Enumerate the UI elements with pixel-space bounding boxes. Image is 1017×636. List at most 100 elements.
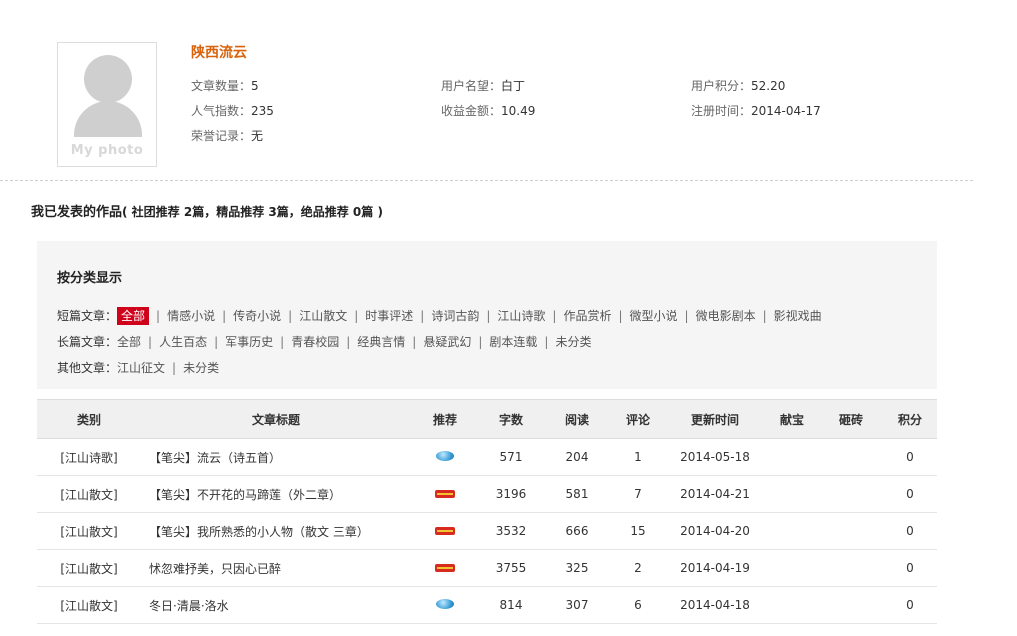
- category-row-short: 短篇文章： 全部 | 情感小说 | 传奇小说 | 江山散文 | 时事评述 | 诗词古韵 | 江山诗歌 | 作品…: [57, 307, 822, 325]
- category-separator: |: [156, 309, 161, 323]
- category-separator: |: [478, 335, 483, 349]
- row-points: 0: [883, 549, 937, 587]
- table-header-row: 类别 文章标题 推荐 字数 阅读 评论 更新时间 献宝 砸砖 积分: [37, 399, 937, 439]
- category-link[interactable]: 微电影剧本: [696, 309, 756, 323]
- row-recommend: [411, 549, 479, 587]
- category-link[interactable]: 未分类: [183, 361, 219, 375]
- header-updated: 更新时间: [665, 399, 765, 439]
- category-separator: |: [346, 335, 351, 349]
- register-value: 2014-04-17: [751, 104, 821, 118]
- category-separator: |: [552, 309, 557, 323]
- row-comments: 15: [611, 512, 665, 550]
- red-medal-icon: [435, 527, 455, 535]
- header-title: 文章标题: [141, 399, 411, 439]
- header-treasure: 献宝: [765, 399, 819, 439]
- row-recommend: [411, 475, 479, 513]
- category-row-other: 其他文章：江山征文 | 未分类: [57, 359, 219, 376]
- honor-value: 无: [251, 129, 264, 143]
- row-category[interactable]: [江山散文]: [37, 549, 141, 587]
- popularity-label: 人气指数：: [191, 104, 252, 118]
- category-separator: |: [280, 335, 285, 349]
- row-bricks: [819, 438, 883, 476]
- row-points: 0: [883, 512, 937, 550]
- reputation-label: 用户名望：: [441, 79, 502, 93]
- row-updated: 2014-04-18: [665, 586, 765, 624]
- category-separator: |: [354, 309, 359, 323]
- blue-medal-icon: [436, 599, 454, 609]
- article-count-value: 5: [251, 79, 259, 93]
- row-title[interactable]: 冬日·清晨·洛水: [141, 586, 411, 624]
- category-link[interactable]: 未分类: [555, 335, 591, 349]
- category-link[interactable]: 剧本连载: [489, 335, 537, 349]
- username[interactable]: 陕西流云: [191, 42, 247, 62]
- works-heading: 我已发表的作品( 社团推荐 2篇，精品推荐 3篇，绝品推荐 0篇 ): [31, 201, 383, 220]
- category-link[interactable]: 经典言情: [357, 335, 405, 349]
- row-reads: 307: [543, 586, 611, 624]
- honor-label: 荣誉记录：: [191, 129, 252, 143]
- row-comments: 1: [611, 438, 665, 476]
- section-divider: [0, 180, 973, 181]
- category-link[interactable]: 军事历史: [225, 335, 273, 349]
- row-reads: 581: [543, 475, 611, 513]
- row-words: 3755: [479, 549, 543, 587]
- avatar-silhouette-head: [84, 55, 132, 103]
- category-link[interactable]: 江山散文: [299, 309, 347, 323]
- category-separator: |: [214, 335, 219, 349]
- row-updated: 2014-04-19: [665, 549, 765, 587]
- row-words: 814: [479, 586, 543, 624]
- row-treasure: [765, 586, 819, 624]
- category-link[interactable]: 微型小说: [630, 309, 678, 323]
- row-words: 3196: [479, 475, 543, 513]
- category-link[interactable]: 人生百态: [159, 335, 207, 349]
- category-link[interactable]: 影视戏曲: [774, 309, 822, 323]
- row-category[interactable]: [江山诗歌]: [37, 438, 141, 476]
- row-category[interactable]: [江山散文]: [37, 512, 141, 550]
- row-category[interactable]: [江山散文]: [37, 475, 141, 513]
- category-separator: |: [420, 309, 425, 323]
- category-link[interactable]: 情感小说: [167, 309, 215, 323]
- category-separator: |: [762, 309, 767, 323]
- row-recommend: [411, 512, 479, 550]
- row-treasure: [765, 475, 819, 513]
- row-recommend: [411, 586, 479, 624]
- category-separator: |: [412, 335, 417, 349]
- category-link[interactable]: 悬疑武幻: [423, 335, 471, 349]
- article-count-label: 文章数量：: [191, 79, 252, 93]
- category-link[interactable]: 作品赏析: [563, 309, 611, 323]
- row-comments: 6: [611, 586, 665, 624]
- category-link[interactable]: 诗词古韵: [431, 309, 479, 323]
- info-register-date: 注册时间：2014-04-17: [691, 102, 821, 119]
- category-heading: 按分类显示: [57, 271, 123, 286]
- row-category[interactable]: [江山散文]: [37, 586, 141, 624]
- row-title[interactable]: 【笔尖】我所熟悉的小人物（散文 三章）: [141, 512, 411, 550]
- works-summary: ( 社团推荐 2篇，精品推荐 3篇，绝品推荐 0篇 ): [122, 205, 383, 219]
- row-title[interactable]: 【笔尖】流云（诗五首）: [141, 438, 411, 476]
- category-separator: |: [148, 335, 153, 349]
- row-words: 3532: [479, 512, 543, 550]
- row-points: 0: [883, 586, 937, 624]
- category-row-label: 短篇文章：: [57, 309, 118, 323]
- category-separator: |: [618, 309, 623, 323]
- row-updated: 2014-04-21: [665, 475, 765, 513]
- category-link[interactable]: 全部: [117, 335, 141, 349]
- works-title: 我已发表的作品: [31, 205, 123, 220]
- info-honor: 荣誉记录：无: [191, 127, 263, 144]
- avatar[interactable]: My photo: [57, 42, 157, 167]
- row-title[interactable]: 【笔尖】不开花的马蹄莲（外二章）: [141, 475, 411, 513]
- red-medal-icon: [435, 490, 455, 498]
- info-popularity: 人气指数：235: [191, 102, 274, 119]
- category-link[interactable]: 江山诗歌: [497, 309, 545, 323]
- category-link[interactable]: 全部: [117, 307, 150, 325]
- avatar-silhouette-body: [74, 101, 142, 137]
- row-title[interactable]: 怵忽难抒美，只因心已醉: [141, 549, 411, 587]
- row-bricks: [819, 586, 883, 624]
- register-label: 注册时间：: [691, 104, 752, 118]
- category-row-label: 其他文章：: [57, 361, 118, 375]
- category-link[interactable]: 青春校园: [291, 335, 339, 349]
- category-link[interactable]: 江山征文: [117, 361, 165, 375]
- category-link[interactable]: 时事评述: [365, 309, 413, 323]
- table-row: [江山散文] 冬日·清晨·洛水 814 307 6 2014-04-18 0: [37, 586, 937, 624]
- header-words: 字数: [479, 399, 543, 439]
- category-link[interactable]: 传奇小说: [233, 309, 281, 323]
- category-separator: |: [222, 309, 227, 323]
